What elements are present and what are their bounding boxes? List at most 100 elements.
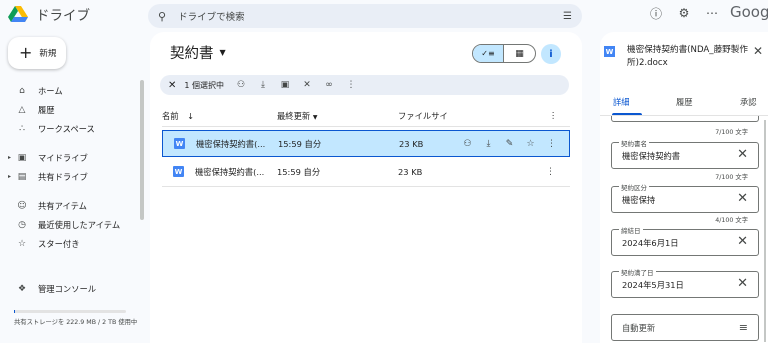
sidebar-item-recent[interactable]: ◷ 最近使用したアイテム: [0, 215, 142, 234]
menu-icon: ≡: [738, 321, 748, 334]
sidebar-item-workspaces[interactable]: ∴ ワークスペース: [0, 119, 142, 138]
conclusion-date-field[interactable]: 締結日 2024年6月1日 ✕: [611, 225, 759, 256]
search-options-icon[interactable]: ☰: [563, 11, 572, 22]
field-value[interactable]: 2024年5月31日: [622, 279, 684, 291]
column-header-size[interactable]: ファイルサイ: [398, 110, 448, 122]
char-counter: 7/100 文字: [715, 174, 748, 181]
sidebar-item-shared-with-me[interactable]: ☺ 共有アイテム: [0, 196, 142, 215]
download-icon[interactable]: ⤓: [252, 80, 274, 90]
sidebar-item-admin-console[interactable]: ❖ 管理コンソール: [0, 279, 142, 298]
settings-gear-icon[interactable]: ⚙: [676, 5, 692, 21]
close-icon[interactable]: ✕: [753, 44, 763, 58]
file-modified: 15:59 自分: [277, 166, 321, 177]
storage-meter: [14, 310, 126, 313]
grid-view-button[interactable]: ▦: [504, 45, 535, 62]
tab-approval[interactable]: 承認: [740, 96, 768, 108]
field-label: 契約区分: [619, 182, 649, 192]
share-icon[interactable]: ⚇: [457, 139, 478, 149]
divider: [162, 186, 570, 187]
apps-grid-icon[interactable]: ⋯: [704, 5, 720, 21]
clear-icon[interactable]: ✕: [737, 147, 748, 162]
star-icon[interactable]: ☆: [520, 139, 541, 149]
clear-icon[interactable]: ✕: [737, 276, 748, 291]
field-above[interactable]: [611, 116, 759, 122]
field-value[interactable]: 機密保持契約書: [622, 150, 680, 162]
arrow-down-icon[interactable]: ↓: [187, 111, 194, 121]
help-icon[interactable]: ⓘ: [648, 5, 664, 21]
bell-icon: △: [18, 104, 26, 115]
trash-icon[interactable]: ✕: [296, 80, 318, 90]
google-brand[interactable]: Goog: [730, 3, 768, 21]
word-doc-icon: W: [173, 166, 184, 177]
char-counter: 7/100 文字: [715, 129, 748, 136]
divider: [162, 126, 570, 127]
star-icon: ☆: [17, 238, 27, 249]
new-button[interactable]: + 新規: [8, 37, 66, 69]
field-value[interactable]: 機密保持: [622, 194, 655, 206]
page-title: 契約書: [170, 46, 214, 62]
expand-caret-icon[interactable]: ▸: [8, 173, 14, 180]
move-icon[interactable]: ▣: [274, 80, 296, 90]
drive-logo[interactable]: ドライブ: [8, 4, 120, 24]
info-button[interactable]: i: [541, 44, 561, 64]
sidebar-item-label: ホーム: [38, 85, 63, 96]
shared-drive-icon: ▤: [17, 171, 27, 182]
field-value[interactable]: 2024年6月1日: [622, 237, 679, 249]
folder-title-button[interactable]: 契約書 ▼: [170, 42, 226, 63]
logo-text: ドライブ: [36, 8, 90, 24]
expiry-date-field[interactable]: 契約満了日 2024年5月31日 ✕: [611, 267, 759, 298]
tab-history[interactable]: 履歴: [676, 96, 693, 108]
sidebar-item-label: 履歴: [38, 104, 55, 115]
field-label: 契約満了日: [619, 267, 656, 277]
people-icon: ☺: [17, 200, 27, 211]
rename-icon[interactable]: ✎: [499, 139, 520, 149]
search-input[interactable]: ドライブで検索: [178, 9, 563, 23]
sidebar-item-label: マイドライブ: [38, 152, 88, 163]
download-icon[interactable]: ⤓: [478, 139, 499, 149]
top-actions: ⓘ ⚙ ⋯: [648, 5, 720, 21]
sidebar-item-label: ワークスペース: [38, 123, 95, 134]
more-vert-icon[interactable]: ⋮: [541, 139, 562, 149]
contract-type-field[interactable]: 契約区分 機密保持 ✕: [611, 182, 759, 213]
clear-icon[interactable]: ✕: [737, 191, 748, 206]
list-view-button[interactable]: ✓≡: [473, 45, 505, 62]
sidebar-item-label: 共有ドライブ: [38, 171, 88, 182]
column-header-name-label: 名前: [162, 111, 179, 121]
view-toggle: ✓≡ ▦: [472, 44, 536, 63]
link-icon[interactable]: ∞: [318, 80, 340, 90]
new-button-label: 新規: [39, 49, 57, 59]
clear-icon[interactable]: ✕: [737, 234, 748, 249]
expand-caret-icon[interactable]: ▸: [8, 154, 14, 161]
word-doc-icon: W: [604, 46, 615, 57]
panel-scrollbar[interactable]: [764, 120, 766, 342]
storage-meter-fill: [14, 310, 15, 313]
column-header-modified[interactable]: 最終更新 ▼: [277, 110, 317, 122]
sidebar-item-home[interactable]: ⌂ ホーム: [0, 81, 142, 100]
char-counter: 4/100 文字: [715, 217, 748, 224]
search-bar[interactable]: ⚲ ドライブで検索 ☰: [148, 4, 582, 28]
sidebar-item-label: スター付き: [38, 238, 80, 249]
share-icon[interactable]: ⚇: [230, 80, 252, 90]
contract-name-field[interactable]: 契約書名 機密保持契約書 ✕: [611, 138, 759, 169]
sidebar-item-my-drive[interactable]: ▸ ▣ マイドライブ: [0, 148, 142, 167]
sidebar-item-starred[interactable]: ☆ スター付き: [0, 234, 142, 253]
selection-count: 1 個選択中: [184, 80, 225, 90]
clear-selection-icon[interactable]: ✕: [168, 80, 176, 91]
more-vert-icon[interactable]: ⋮: [549, 110, 557, 120]
storage-text[interactable]: 共有ストレージを 222.9 MB / 2 TB 使用中: [14, 319, 144, 328]
selection-toolbar: ✕ 1 個選択中 ⚇ ⤓ ▣ ✕ ∞ ⋮: [160, 75, 569, 95]
sidebar-item-history[interactable]: △ 履歴: [0, 100, 142, 119]
search-icon[interactable]: ⚲: [158, 10, 166, 23]
tab-details[interactable]: 詳細: [613, 96, 630, 108]
table-row[interactable]: W 機密保持契約書(... 15:59 自分 23 KB ⚇ ⤓ ✎ ☆ ⋮: [162, 130, 570, 157]
column-header-name[interactable]: 名前 ↓: [162, 110, 194, 122]
sidebar-item-shared-drives[interactable]: ▸ ▤ 共有ドライブ: [0, 167, 142, 186]
table-row[interactable]: W 機密保持契約書(... 15:59 自分 23 KB ⋮: [162, 158, 570, 185]
sidebar-nav-group-3: ☺ 共有アイテム ◷ 最近使用したアイテム ☆ スター付き: [0, 196, 142, 253]
more-vert-icon[interactable]: ⋮: [540, 167, 561, 177]
field-value: 自動更新: [622, 323, 656, 333]
auto-renew-select[interactable]: 自動更新 ≡: [611, 314, 759, 341]
more-vert-icon[interactable]: ⋮: [340, 80, 362, 90]
sidebar-scrollbar[interactable]: [140, 80, 144, 220]
workspaces-icon: ∴: [19, 123, 25, 134]
